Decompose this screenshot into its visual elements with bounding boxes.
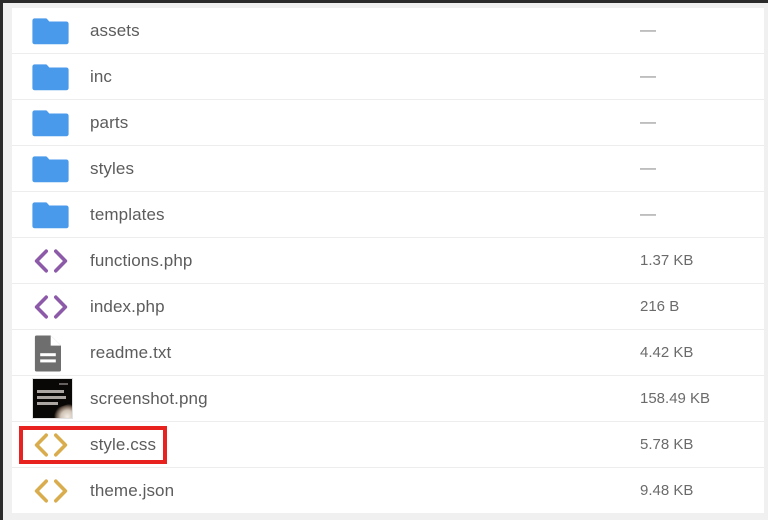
screen-viewport: assets — inc — parts — styles — templates — functi… — [0, 0, 768, 520]
image-thumbnail — [23, 376, 80, 422]
folder-icon — [23, 192, 80, 238]
file-size: 4.42 KB — [640, 344, 694, 361]
file-row[interactable]: readme.txt 4.42 KB — [12, 330, 764, 376]
folder-icon — [23, 146, 80, 192]
file-size: 1.37 KB — [640, 252, 694, 269]
folder-icon — [23, 100, 80, 146]
file-list[interactable]: assets — inc — parts — styles — templates — functi… — [12, 8, 764, 513]
file-name: inc — [90, 66, 113, 86]
file-row[interactable]: index.php 216 B — [12, 284, 764, 330]
file-size: — — [640, 159, 656, 177]
code-file-icon — [23, 284, 80, 330]
file-row[interactable]: theme.json 9.48 KB — [12, 468, 764, 513]
file-row[interactable]: assets — — [12, 8, 764, 54]
file-name: parts — [90, 112, 129, 132]
file-name: index.php — [90, 296, 165, 316]
text-file-icon — [23, 330, 80, 376]
folder-icon — [23, 54, 80, 100]
file-row[interactable]: parts — — [12, 100, 764, 146]
file-manager-panel: assets — inc — parts — styles — templates — functi… — [12, 8, 764, 513]
file-row[interactable]: styles — — [12, 146, 764, 192]
file-size: — — [640, 113, 656, 131]
file-name: styles — [90, 158, 135, 178]
file-size: 158.49 KB — [640, 390, 711, 407]
folder-icon — [23, 8, 80, 54]
file-name: functions.php — [90, 250, 193, 270]
file-size: 9.48 KB — [640, 482, 694, 499]
code-file-icon — [23, 238, 80, 284]
file-size: — — [640, 205, 656, 223]
file-name: assets — [90, 20, 140, 40]
file-name: theme.json — [90, 480, 175, 500]
file-size: 5.78 KB — [640, 436, 694, 453]
file-row[interactable]: functions.php 1.37 KB — [12, 238, 764, 284]
file-row[interactable]: screenshot.png 158.49 KB — [12, 376, 764, 422]
file-name: templates — [90, 204, 165, 224]
file-name: readme.txt — [90, 342, 172, 362]
file-name: screenshot.png — [90, 388, 208, 408]
file-size: — — [640, 67, 656, 85]
code-file-icon — [23, 468, 80, 514]
file-row[interactable]: style.css 5.78 KB — [12, 422, 764, 468]
file-row[interactable]: inc — — [12, 54, 764, 100]
code-file-icon — [23, 422, 80, 468]
file-row[interactable]: templates — — [12, 192, 764, 238]
file-name: style.css — [90, 434, 157, 454]
file-size: — — [640, 21, 656, 39]
file-size: 216 B — [640, 298, 680, 315]
